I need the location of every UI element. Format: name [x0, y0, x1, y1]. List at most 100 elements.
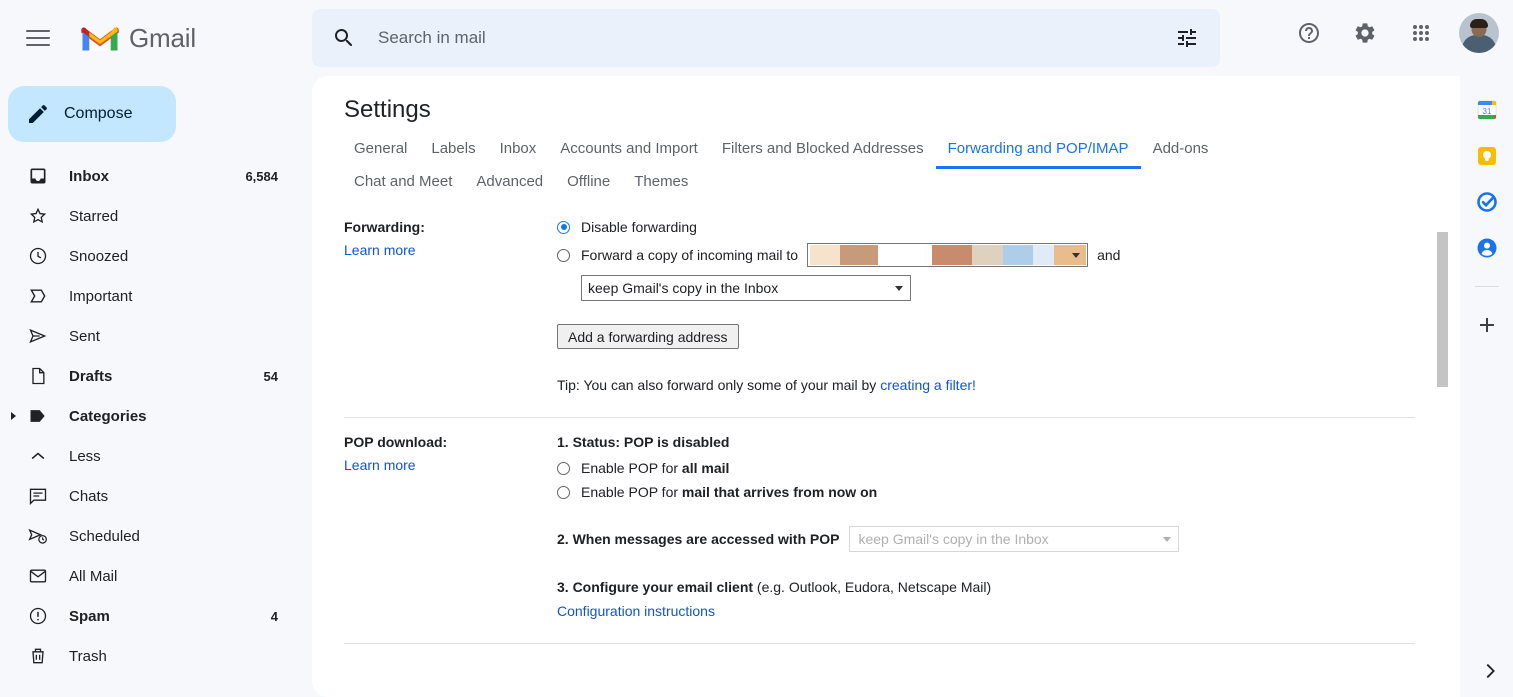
sidebar-item-drafts[interactable]: Drafts 54: [0, 356, 300, 396]
contacts-icon[interactable]: [1475, 236, 1499, 260]
tab-advanced[interactable]: Advanced: [464, 173, 555, 199]
scrollbar-thumb[interactable]: [1437, 232, 1448, 387]
calendar-day-number: 31: [1482, 107, 1491, 116]
gmail-m-icon: [81, 27, 119, 51]
pencil-icon: [29, 104, 48, 123]
pop-all-mail-radio[interactable]: [557, 461, 570, 475]
apps-grid-icon[interactable]: [1397, 9, 1445, 57]
pop-step3-title: 3. Configure your email client: [557, 579, 754, 595]
pop-access-value: keep Gmail's copy in the Inbox: [858, 531, 1049, 547]
star-icon: [26, 204, 50, 228]
avatar[interactable]: [1459, 13, 1499, 53]
pop-label-column: POP download: Learn more: [344, 434, 557, 619]
forwarding-learn-more-link[interactable]: Learn more: [344, 242, 557, 258]
content-scrollbar[interactable]: [1437, 232, 1448, 672]
forward-copy-label: Forward a copy of incoming mail to: [581, 247, 799, 263]
sidebar-item-starred[interactable]: Starred: [0, 196, 300, 236]
tab-labels[interactable]: Labels: [419, 140, 487, 166]
calendar-icon[interactable]: 31: [1475, 98, 1499, 122]
sidebar-item-label: Categories: [69, 407, 147, 425]
search-icon[interactable]: [320, 14, 368, 62]
sidebar-item-trash[interactable]: Trash: [0, 636, 300, 676]
pop-step3-row: 3. Configure your email client (e.g. Out…: [557, 579, 1415, 619]
sidebar-item-scheduled[interactable]: Scheduled: [0, 516, 300, 556]
gear-icon[interactable]: [1341, 9, 1389, 57]
label-icon: [26, 404, 50, 428]
chevron-right-icon[interactable]: [1479, 660, 1501, 687]
forwarding-action-select[interactable]: keep Gmail's copy in the Inbox: [581, 275, 911, 301]
pop-from-now-bold: mail that arrives from now on: [681, 484, 878, 500]
tab-themes[interactable]: Themes: [622, 173, 700, 199]
important-icon: [26, 284, 50, 308]
creating-a-filter-link[interactable]: creating a filter!: [880, 377, 976, 393]
sidebar-item-inbox[interactable]: Inbox 6,584: [0, 156, 300, 196]
sidebar-item-label: Chats: [69, 487, 109, 505]
tab-chat-and-meet[interactable]: Chat and Meet: [342, 173, 464, 199]
draft-icon: [26, 364, 50, 388]
forward-copy-row[interactable]: Forward a copy of incoming mail to and: [557, 243, 1415, 267]
hamburger-icon[interactable]: [14, 14, 62, 62]
sidebar-item-less[interactable]: Less: [0, 436, 300, 476]
pop-learn-more-link[interactable]: Learn more: [344, 457, 557, 473]
settings-panel: Settings General Labels Inbox Accounts and …: [312, 76, 1460, 697]
sidebar-item-label: Drafts: [69, 367, 113, 385]
tab-filters-and-blocked-addresses[interactable]: Filters and Blocked Addresses: [710, 140, 936, 166]
spam-icon: [26, 604, 50, 628]
pop-from-now-radio[interactable]: [557, 485, 570, 499]
sidebar-item-label: Sent: [69, 327, 100, 345]
disable-forwarding-radio[interactable]: [557, 220, 570, 234]
settings-tabs: General Labels Inbox Accounts and Import Fil…: [312, 124, 1460, 203]
chevron-down-icon: [1072, 252, 1081, 258]
pop-from-now-row[interactable]: Enable POP for mail that arrives from no…: [557, 484, 1415, 500]
sidebar-item-spam[interactable]: Spam 4: [0, 596, 300, 636]
forwarding-label: Forwarding:: [344, 219, 425, 235]
add-forwarding-address-button[interactable]: Add a forwarding address: [557, 324, 739, 349]
pop-from-now-label: Enable POP for mail that arrives from no…: [581, 484, 878, 500]
pop-all-mail-row[interactable]: Enable POP for all mail: [557, 460, 1415, 476]
forwarding-tip: Tip: You can also forward only some of y…: [557, 377, 1415, 393]
search-bar[interactable]: [312, 9, 1220, 67]
pop-step2-row: 2. When messages are accessed with POP k…: [557, 526, 1415, 552]
tab-forwarding-and-pop-imap[interactable]: Forwarding and POP/IMAP: [935, 140, 1141, 169]
sidebar-item-label: Inbox: [69, 167, 109, 185]
tab-offline[interactable]: Offline: [555, 173, 622, 199]
sidebar-item-sent[interactable]: Sent: [0, 316, 300, 356]
forwarding-section: Forwarding: Learn more Disable forwardin…: [312, 203, 1460, 403]
settings-content: Forwarding: Learn more Disable forwardin…: [312, 203, 1460, 644]
forward-copy-radio[interactable]: [557, 248, 570, 262]
tab-add-ons[interactable]: Add-ons: [1141, 140, 1221, 166]
scheduled-icon: [26, 524, 50, 548]
compose-button[interactable]: Compose: [8, 86, 176, 142]
keep-icon[interactable]: [1475, 144, 1499, 168]
compose-label: Compose: [64, 105, 133, 122]
gmail-logo-text: Gmail: [129, 22, 196, 53]
pop-status: 1. Status: POP is disabled: [557, 434, 730, 450]
search-input[interactable]: [368, 28, 1163, 48]
sidebar-item-all-mail[interactable]: All Mail: [0, 556, 300, 596]
sidebar-item-label: Scheduled: [69, 527, 140, 545]
tab-accounts-and-import[interactable]: Accounts and Import: [548, 140, 710, 166]
tab-inbox[interactable]: Inbox: [488, 140, 549, 166]
sidebar-item-snoozed[interactable]: Snoozed: [0, 236, 300, 276]
plus-icon[interactable]: [1475, 313, 1499, 342]
forwarding-action-value: keep Gmail's copy in the Inbox: [588, 280, 779, 296]
tune-icon[interactable]: [1163, 14, 1211, 62]
avatar-body: [1462, 35, 1496, 53]
gmail-logo[interactable]: Gmail: [80, 23, 196, 54]
sidebar-item-chats[interactable]: Chats: [0, 476, 300, 516]
forwarding-address-select[interactable]: [807, 243, 1089, 267]
disable-forwarding-row[interactable]: Disable forwarding: [557, 219, 1415, 235]
help-icon[interactable]: [1285, 9, 1333, 57]
sidebar: Compose Inbox 6,584 Starred Snoozed Impo…: [0, 76, 300, 697]
forwarding-label-column: Forwarding: Learn more: [344, 219, 557, 393]
pop-access-select: keep Gmail's copy in the Inbox: [849, 526, 1180, 552]
sidebar-item-label: Less: [69, 447, 101, 465]
configuration-instructions-link[interactable]: Configuration instructions: [557, 603, 1415, 619]
bottom-divider: [344, 643, 1415, 644]
tab-general[interactable]: General: [342, 140, 419, 166]
sidebar-item-important[interactable]: Important: [0, 276, 300, 316]
expand-arrow-icon[interactable]: [11, 412, 16, 420]
pop-download-section: POP download: Learn more 1. Status: POP …: [312, 418, 1460, 629]
tasks-icon[interactable]: [1475, 190, 1499, 214]
sidebar-item-categories[interactable]: Categories: [0, 396, 300, 436]
